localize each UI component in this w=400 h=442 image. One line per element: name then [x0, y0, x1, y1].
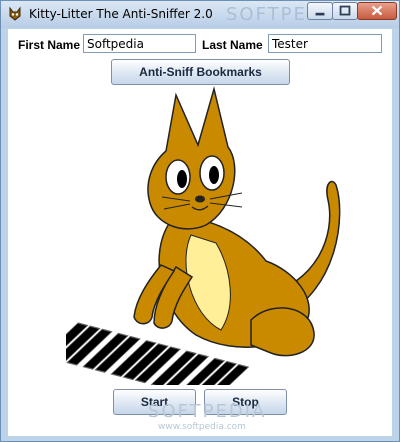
close-icon — [371, 5, 383, 16]
first-name-field[interactable]: Softpedia — [83, 34, 196, 53]
anti-sniff-bookmarks-button[interactable]: Anti-Sniff Bookmarks — [111, 59, 290, 85]
window-title: Kitty-Litter The Anti-Sniffer 2.0 — [29, 7, 213, 21]
minimize-icon — [315, 12, 325, 16]
title-bar[interactable]: Kitty-Litter The Anti-Sniffer 2.0 SOFTPE… — [1, 1, 399, 28]
last-name-field[interactable]: Tester — [268, 34, 382, 53]
first-name-label: First Name — [18, 38, 81, 52]
stop-button[interactable]: Stop — [204, 389, 287, 415]
last-name-label: Last Name — [202, 38, 263, 52]
minimize-button[interactable] — [307, 2, 333, 20]
maximize-button[interactable] — [332, 2, 358, 20]
client-area: First Name Softpedia Last Name Tester An… — [8, 29, 392, 436]
cat-app-icon — [9, 6, 21, 21]
maximize-icon — [339, 5, 351, 16]
close-button[interactable] — [357, 2, 397, 20]
watermark-url: www.softpedia.com — [158, 422, 246, 432]
cat-at-piano-illustration — [66, 86, 341, 385]
app-window: Kitty-Litter The Anti-Sniffer 2.0 SOFTPE… — [0, 0, 400, 442]
start-button[interactable]: Start — [113, 389, 196, 415]
